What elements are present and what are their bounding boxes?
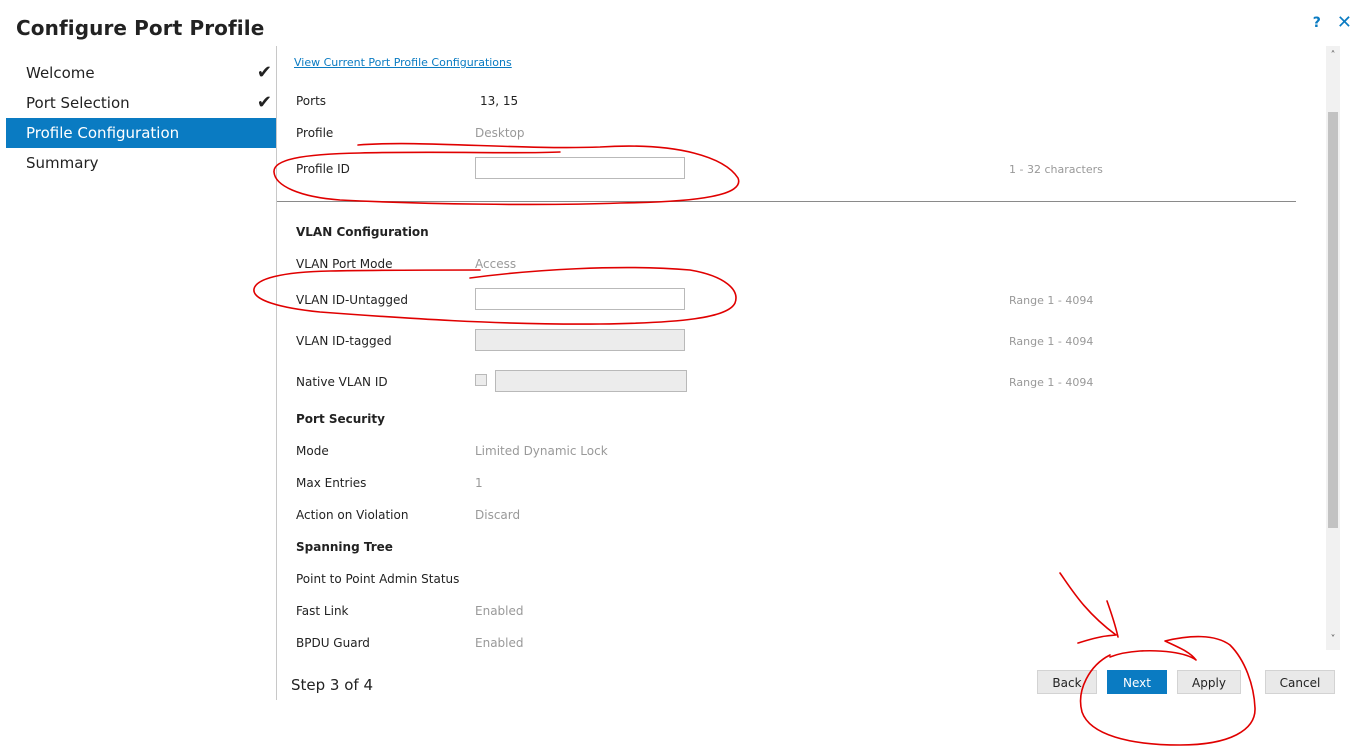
native-vlan-id-checkbox[interactable] (475, 374, 487, 386)
scroll-down-icon[interactable]: ˅ (1326, 632, 1340, 648)
profile-configuration-form: View Current Port Profile Configurations… (277, 46, 1326, 650)
sidebar-item-label: Summary (26, 154, 99, 172)
native-vlan-id-hint: Range 1 - 4094 (1009, 376, 1094, 389)
action-on-violation-value: Discard (475, 508, 521, 522)
mode-label: Mode (296, 444, 329, 458)
fast-link-value: Enabled (475, 604, 524, 618)
dialog-controls: ? ✕ (1313, 12, 1352, 33)
native-vlan-id-label: Native VLAN ID (296, 375, 388, 389)
vlan-id-untagged-label: VLAN ID-Untagged (296, 293, 408, 307)
sidebar-item-label: Welcome (26, 64, 95, 82)
sidebar-item-label: Port Selection (26, 94, 130, 112)
mode-value: Limited Dynamic Lock (475, 444, 608, 458)
next-button[interactable]: Next (1107, 670, 1167, 694)
scrollbar-thumb[interactable] (1328, 112, 1338, 528)
vlan-configuration-heading: VLAN Configuration (296, 225, 429, 239)
max-entries-label: Max Entries (296, 476, 367, 490)
port-security-heading: Port Security (296, 412, 385, 426)
help-icon[interactable]: ? (1313, 15, 1321, 31)
profile-id-label: Profile ID (296, 162, 350, 176)
point-to-point-label: Point to Point Admin Status (296, 572, 460, 586)
profile-id-input[interactable] (475, 157, 685, 179)
back-button[interactable]: Back (1037, 670, 1097, 694)
sidebar-item-welcome[interactable]: Welcome ✔ (6, 58, 276, 88)
vlan-id-untagged-input[interactable] (475, 288, 685, 310)
section-divider (277, 201, 1296, 202)
vlan-id-tagged-label: VLAN ID-tagged (296, 334, 392, 348)
action-on-violation-label: Action on Violation (296, 508, 409, 522)
sidebar-item-port-selection[interactable]: Port Selection ✔ (6, 88, 276, 118)
apply-button[interactable]: Apply (1177, 670, 1241, 694)
sidebar-item-profile-configuration[interactable]: Profile Configuration (6, 118, 276, 148)
ports-label: Ports (296, 94, 327, 108)
fast-link-label: Fast Link (296, 604, 349, 618)
wizard-steps: Welcome ✔ Port Selection ✔ Profile Confi… (6, 58, 276, 178)
profile-id-hint: 1 - 32 characters (1009, 163, 1103, 176)
sidebar-item-label: Profile Configuration (26, 124, 180, 142)
view-current-configurations-link[interactable]: View Current Port Profile Configurations (294, 56, 512, 69)
spanning-tree-heading: Spanning Tree (296, 540, 393, 554)
profile-value: Desktop (475, 126, 525, 140)
checkmark-icon: ✔ (256, 62, 272, 83)
max-entries-value: 1 (475, 476, 483, 490)
scroll-up-icon[interactable]: ˄ (1326, 48, 1340, 64)
vlan-port-mode-label: VLAN Port Mode (296, 257, 393, 271)
cancel-button[interactable]: Cancel (1265, 670, 1335, 694)
vertical-scrollbar[interactable]: ˄ ˅ (1326, 46, 1340, 650)
vlan-id-tagged-input[interactable] (475, 329, 685, 351)
bpdu-guard-label: BPDU Guard (296, 636, 370, 650)
vlan-port-mode-value: Access (475, 257, 517, 271)
checkmark-icon: ✔ (256, 92, 272, 113)
vlan-id-untagged-hint: Range 1 - 4094 (1009, 294, 1094, 307)
dialog-title: Configure Port Profile (16, 16, 265, 40)
profile-label: Profile (296, 126, 334, 140)
native-vlan-id-input[interactable] (495, 370, 687, 392)
ports-value: 13, 15 (480, 94, 519, 108)
bpdu-guard-value: Enabled (475, 636, 524, 650)
sidebar-item-summary[interactable]: Summary (6, 148, 276, 178)
step-indicator: Step 3 of 4 (291, 676, 374, 694)
close-icon[interactable]: ✕ (1337, 12, 1352, 33)
vlan-id-tagged-hint: Range 1 - 4094 (1009, 335, 1094, 348)
